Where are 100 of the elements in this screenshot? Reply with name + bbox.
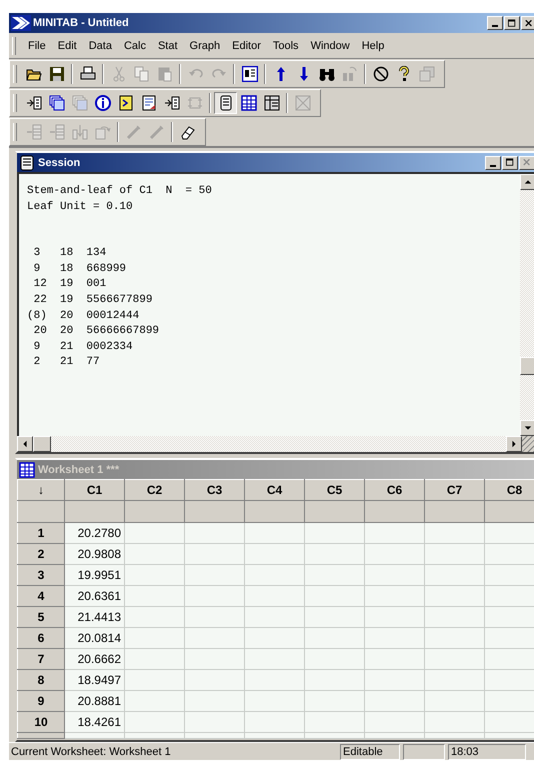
scroll-thumb[interactable] bbox=[33, 436, 51, 452]
column-name-cell[interactable] bbox=[424, 500, 484, 522]
table-cell[interactable] bbox=[124, 690, 184, 712]
table-cell[interactable] bbox=[124, 606, 184, 628]
menu-item[interactable]: File bbox=[23, 38, 51, 54]
table-cell[interactable] bbox=[124, 648, 184, 670]
table-cell[interactable] bbox=[244, 564, 304, 586]
resize-grip[interactable] bbox=[522, 436, 534, 452]
table-cell[interactable]: 20.8881 bbox=[64, 690, 124, 712]
table-cell[interactable] bbox=[184, 628, 244, 648]
row-header[interactable]: 4 bbox=[18, 586, 64, 606]
row-header[interactable]: 1 bbox=[18, 522, 64, 544]
horizontal-scrollbar[interactable] bbox=[17, 436, 534, 452]
table-cell[interactable] bbox=[124, 628, 184, 648]
table-cell[interactable] bbox=[424, 712, 484, 732]
table-cell[interactable] bbox=[244, 628, 304, 648]
table-cell[interactable] bbox=[184, 712, 244, 732]
table-cell[interactable] bbox=[184, 690, 244, 712]
table-cell[interactable] bbox=[424, 522, 484, 544]
table-cell[interactable] bbox=[364, 690, 424, 712]
table-cell[interactable] bbox=[184, 648, 244, 670]
table-cell[interactable] bbox=[124, 544, 184, 564]
column-name-cell[interactable] bbox=[364, 500, 424, 522]
table-cell[interactable] bbox=[364, 670, 424, 690]
table-cell[interactable] bbox=[424, 586, 484, 606]
table-cell[interactable] bbox=[304, 670, 364, 690]
column-name-cell[interactable] bbox=[64, 500, 124, 522]
table-cell[interactable] bbox=[424, 648, 484, 670]
table-cell[interactable]: 20.9808 bbox=[64, 544, 124, 564]
table-cell[interactable] bbox=[244, 544, 304, 564]
column-name-cell[interactable] bbox=[124, 500, 184, 522]
table-cell[interactable] bbox=[304, 648, 364, 670]
table-cell[interactable] bbox=[304, 712, 364, 732]
row-header[interactable]: 8 bbox=[18, 670, 64, 690]
table-cell[interactable] bbox=[424, 628, 484, 648]
table-cell[interactable] bbox=[304, 522, 364, 544]
table-cell[interactable] bbox=[244, 670, 304, 690]
table-cell[interactable]: 18.4261 bbox=[64, 712, 124, 732]
row-header[interactable]: 9 bbox=[18, 690, 64, 712]
table-cell[interactable] bbox=[244, 522, 304, 544]
table-cell[interactable] bbox=[184, 606, 244, 628]
row-header[interactable]: 3 bbox=[18, 564, 64, 586]
column-header[interactable]: C5 bbox=[304, 480, 364, 500]
table-cell[interactable] bbox=[124, 522, 184, 544]
row-header[interactable]: 5 bbox=[18, 606, 64, 628]
menu-item[interactable]: Calc bbox=[118, 38, 151, 54]
menu-item[interactable]: Data bbox=[84, 38, 117, 54]
table-cell[interactable] bbox=[364, 712, 424, 732]
table-cell[interactable] bbox=[364, 564, 424, 586]
table-cell[interactable] bbox=[244, 586, 304, 606]
column-header[interactable]: C4 bbox=[244, 480, 304, 500]
menu-item[interactable]: Graph bbox=[184, 38, 226, 54]
menu-item[interactable]: Edit bbox=[52, 38, 82, 54]
column-name-cell[interactable] bbox=[244, 500, 304, 522]
table-cell[interactable] bbox=[364, 586, 424, 606]
table-cell[interactable] bbox=[244, 648, 304, 670]
table-cell[interactable]: 20.2780 bbox=[64, 522, 124, 544]
table-cell[interactable] bbox=[124, 564, 184, 586]
table-cell[interactable] bbox=[304, 586, 364, 606]
table-cell[interactable] bbox=[184, 586, 244, 606]
column-name-cell[interactable] bbox=[304, 500, 364, 522]
table-cell[interactable] bbox=[424, 606, 484, 628]
table-cell[interactable]: 20.0814 bbox=[64, 628, 124, 648]
scroll-up-button[interactable] bbox=[520, 174, 534, 190]
table-cell[interactable] bbox=[364, 628, 424, 648]
row-header[interactable]: 2 bbox=[18, 544, 64, 564]
table-cell[interactable] bbox=[304, 564, 364, 586]
toolbar-button[interactable] bbox=[214, 92, 237, 114]
table-cell[interactable] bbox=[424, 690, 484, 712]
table-cell[interactable] bbox=[424, 544, 484, 564]
table-cell[interactable] bbox=[364, 544, 424, 564]
scroll-down-button[interactable] bbox=[520, 420, 534, 436]
table-cell[interactable] bbox=[184, 670, 244, 690]
column-header[interactable]: C1 bbox=[64, 480, 124, 500]
table-cell[interactable] bbox=[364, 648, 424, 670]
table-cell[interactable] bbox=[124, 712, 184, 732]
column-header[interactable]: C3 bbox=[184, 480, 244, 500]
column-header[interactable]: C8 bbox=[484, 480, 534, 500]
column-name-cell[interactable] bbox=[184, 500, 244, 522]
row-header[interactable]: 10 bbox=[18, 712, 64, 732]
close-button[interactable] bbox=[521, 16, 534, 30]
table-cell[interactable] bbox=[184, 522, 244, 544]
menu-item[interactable]: Editor bbox=[227, 38, 266, 54]
maximize-button[interactable] bbox=[504, 16, 520, 30]
menu-item[interactable]: Help bbox=[356, 38, 390, 54]
column-header[interactable]: C6 bbox=[364, 480, 424, 500]
table-cell[interactable] bbox=[184, 544, 244, 564]
scroll-left-button[interactable] bbox=[17, 436, 33, 452]
vertical-scrollbar[interactable] bbox=[520, 174, 534, 436]
table-cell[interactable] bbox=[124, 586, 184, 606]
table-cell[interactable] bbox=[304, 606, 364, 628]
minimize-button[interactable] bbox=[485, 156, 501, 170]
table-cell[interactable] bbox=[364, 522, 424, 544]
column-name-cell[interactable] bbox=[484, 500, 534, 522]
table-cell[interactable] bbox=[304, 544, 364, 564]
column-header[interactable]: C2 bbox=[124, 480, 184, 500]
column-header[interactable]: C7 bbox=[424, 480, 484, 500]
menu-item[interactable]: Tools bbox=[268, 38, 304, 54]
scroll-thumb[interactable] bbox=[520, 357, 534, 375]
table-cell[interactable] bbox=[184, 564, 244, 586]
